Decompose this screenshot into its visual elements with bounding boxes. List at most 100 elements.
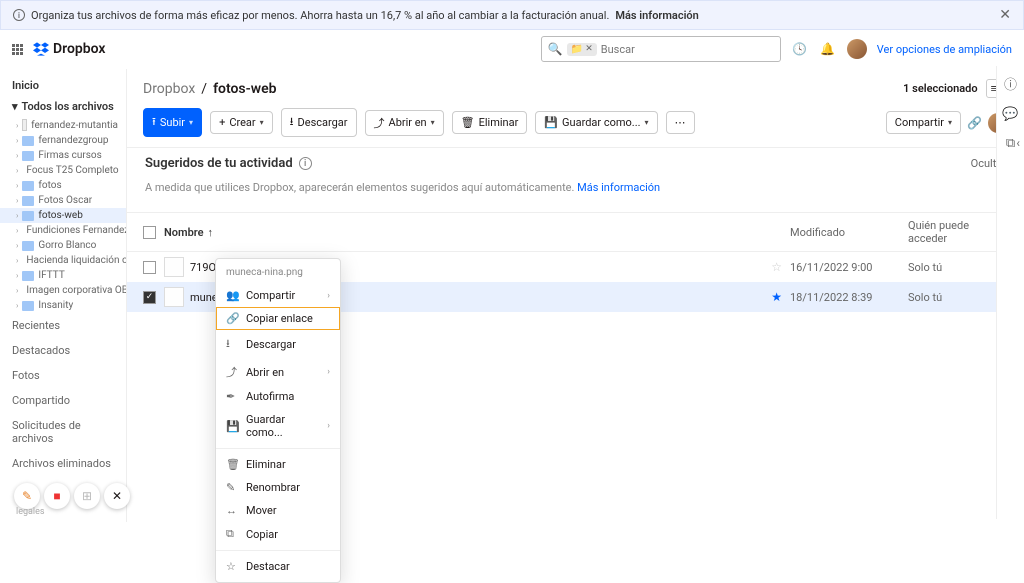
context-menu: muneca-nina.png 👥Compartir›🔗Copiar enlac… [215,258,341,583]
file-access: Solo tú [908,291,1008,304]
breadcrumb-current: fotos-web [213,81,276,97]
folder-icon [22,196,34,206]
menu-item-icon: 🔗 [226,312,238,325]
search-filter-chip[interactable]: 📁✕ [567,43,597,56]
sidebar-item[interactable]: ›Firmas cursos [0,148,126,163]
search-box[interactable]: 🔍 📁✕ [541,36,781,62]
breadcrumb-root[interactable]: Dropbox [143,81,195,97]
dropbox-logo[interactable]: Dropbox [33,41,106,57]
sidebar: Inicio ▾Todos los archivos ›fernandez-mu… [0,69,126,522]
sidebar-item[interactable]: ›Hacienda liquidación oscar... [0,253,126,268]
select-all-checkbox[interactable] [143,226,156,239]
folder-icon [22,301,34,311]
context-menu-item[interactable]: ☆Destacar [216,555,340,578]
delete-button[interactable]: 🗑Eliminar [452,111,528,134]
chevron-right-icon: › [16,286,18,295]
open-in-button[interactable]: ⤴Abrir en▾ [365,110,444,136]
context-menu-item[interactable]: 👥Compartir› [216,284,340,307]
more-button[interactable]: ⋯ [666,111,695,134]
sidebar-link[interactable]: Solicitudes de archivos [0,413,126,451]
sidebar-link[interactable]: Archivos eliminados [0,451,126,476]
sidebar-link[interactable]: Fotos [0,363,126,388]
folder-icon [22,136,34,146]
menu-item-icon: 🗑 [226,458,238,471]
context-menu-item[interactable]: ✎Renombrar [216,476,340,499]
sidebar-item[interactable]: ›fernandezgroup [0,133,126,148]
col-access[interactable]: Quién puede acceder [908,219,1008,245]
activity-icon[interactable]: ⧉ [1006,136,1015,151]
download-button[interactable]: ⭳Descargar [281,108,357,137]
table-header: Nombre ↑ Modificado Quién puede acceder [127,212,1024,252]
context-menu-item[interactable]: ⧉Copiar [216,522,340,546]
sidebar-item[interactable]: ›Focus T25 Completo [0,163,126,178]
folder-icon [22,119,27,131]
history-icon[interactable]: 🕓 [791,40,809,58]
sidebar-item[interactable]: ›fotos [0,178,126,193]
context-menu-item[interactable]: ✒Autofirma [216,385,340,408]
info-panel-icon[interactable]: ⓘ [1004,74,1017,93]
sidebar-item[interactable]: ›Fundiciones Fernandez [0,223,126,238]
suggested-more-link[interactable]: Más información [577,181,660,194]
collapse-rail-icon[interactable]: ‹ [1016,136,1020,150]
sidebar-item[interactable]: ›IFTTT [0,268,126,283]
plus-icon: + [219,116,225,129]
sidebar-home[interactable]: Inicio [0,75,126,96]
share-button[interactable]: Compartir▾ [886,111,961,134]
sidebar-item[interactable]: ›Gorro Blanco [0,238,126,253]
sidebar-item[interactable]: ›Imagen corporativa OB [0,283,126,298]
folder-icon [22,211,34,221]
context-menu-item[interactable]: ⭳Descargar [216,330,340,359]
row-checkbox[interactable] [143,261,156,274]
create-button[interactable]: +Crear▾ [210,111,273,134]
info-icon: i [13,9,25,21]
comments-icon[interactable]: 💬 [1002,107,1018,122]
fab-edit[interactable]: ✎ [14,483,40,509]
avatar[interactable] [847,39,867,59]
sort-asc-icon[interactable]: ↑ [208,226,214,239]
sidebar-item[interactable]: ›fernandez-mutantia [0,117,126,133]
upgrade-link[interactable]: Ver opciones de ampliación [877,43,1012,56]
save-icon: 💾 [544,116,558,129]
sidebar-link[interactable]: Destacados [0,338,126,363]
menu-item-icon: ✒ [226,390,238,403]
row-checkbox[interactable]: ✓ [143,291,156,304]
chevron-right-icon: › [16,196,18,205]
info-icon[interactable]: i [299,157,312,170]
bell-icon[interactable]: 🔔 [819,40,837,58]
upload-button[interactable]: ⭱Subir▾ [143,108,202,137]
context-menu-item[interactable]: 🔗Copiar enlace [216,307,340,330]
save-as-button[interactable]: 💾Guardar como...▾ [535,111,657,134]
fab-close[interactable]: ✕ [104,483,130,509]
context-menu-item[interactable]: ⤴Abrir en› [216,359,340,385]
context-menu-title: muneca-nina.png [216,263,340,284]
col-name[interactable]: Nombre [164,226,204,239]
context-menu-item[interactable]: 🗑Eliminar [216,453,340,476]
sidebar-link[interactable]: Compartido [0,388,126,413]
sidebar-item[interactable]: ›Fotos Oscar [0,193,126,208]
chevron-right-icon: › [327,291,330,301]
sidebar-item[interactable]: ›Insanity [0,298,126,313]
file-thumb [164,287,184,307]
link-icon[interactable]: 🔗 [967,116,982,130]
search-input[interactable] [601,43,774,56]
fab-grid[interactable]: ⊞ [74,483,100,509]
chip-close-icon[interactable]: ✕ [585,44,593,54]
star-icon[interactable]: ★ [771,290,782,304]
sidebar-item[interactable]: ›fotos-web [0,208,126,223]
promo-banner: i Organiza tus archivos de forma más efi… [0,0,1024,30]
apps-grid-icon[interactable] [12,44,23,55]
floating-controls: ✎ ■ ⊞ ✕ [14,483,130,509]
folder-icon: 📁 [571,44,583,55]
context-menu-item[interactable]: 💾Guardar como...› [216,408,340,444]
folder-icon [22,181,34,191]
col-modified[interactable]: Modificado [790,226,900,239]
star-icon[interactable]: ☆ [771,260,782,274]
banner-more-link[interactable]: Más información [615,9,698,22]
fab-record[interactable]: ■ [44,483,70,509]
chevron-down-icon: ▾ [12,100,18,113]
sidebar-section-all-files[interactable]: ▾Todos los archivos [0,96,126,117]
menu-item-icon: ⤴ [226,364,238,380]
sidebar-link[interactable]: Recientes [0,313,126,338]
banner-close-icon[interactable]: ✕ [999,7,1011,23]
right-rail: ‹ ⓘ 💬 ⧉ [996,66,1024,519]
